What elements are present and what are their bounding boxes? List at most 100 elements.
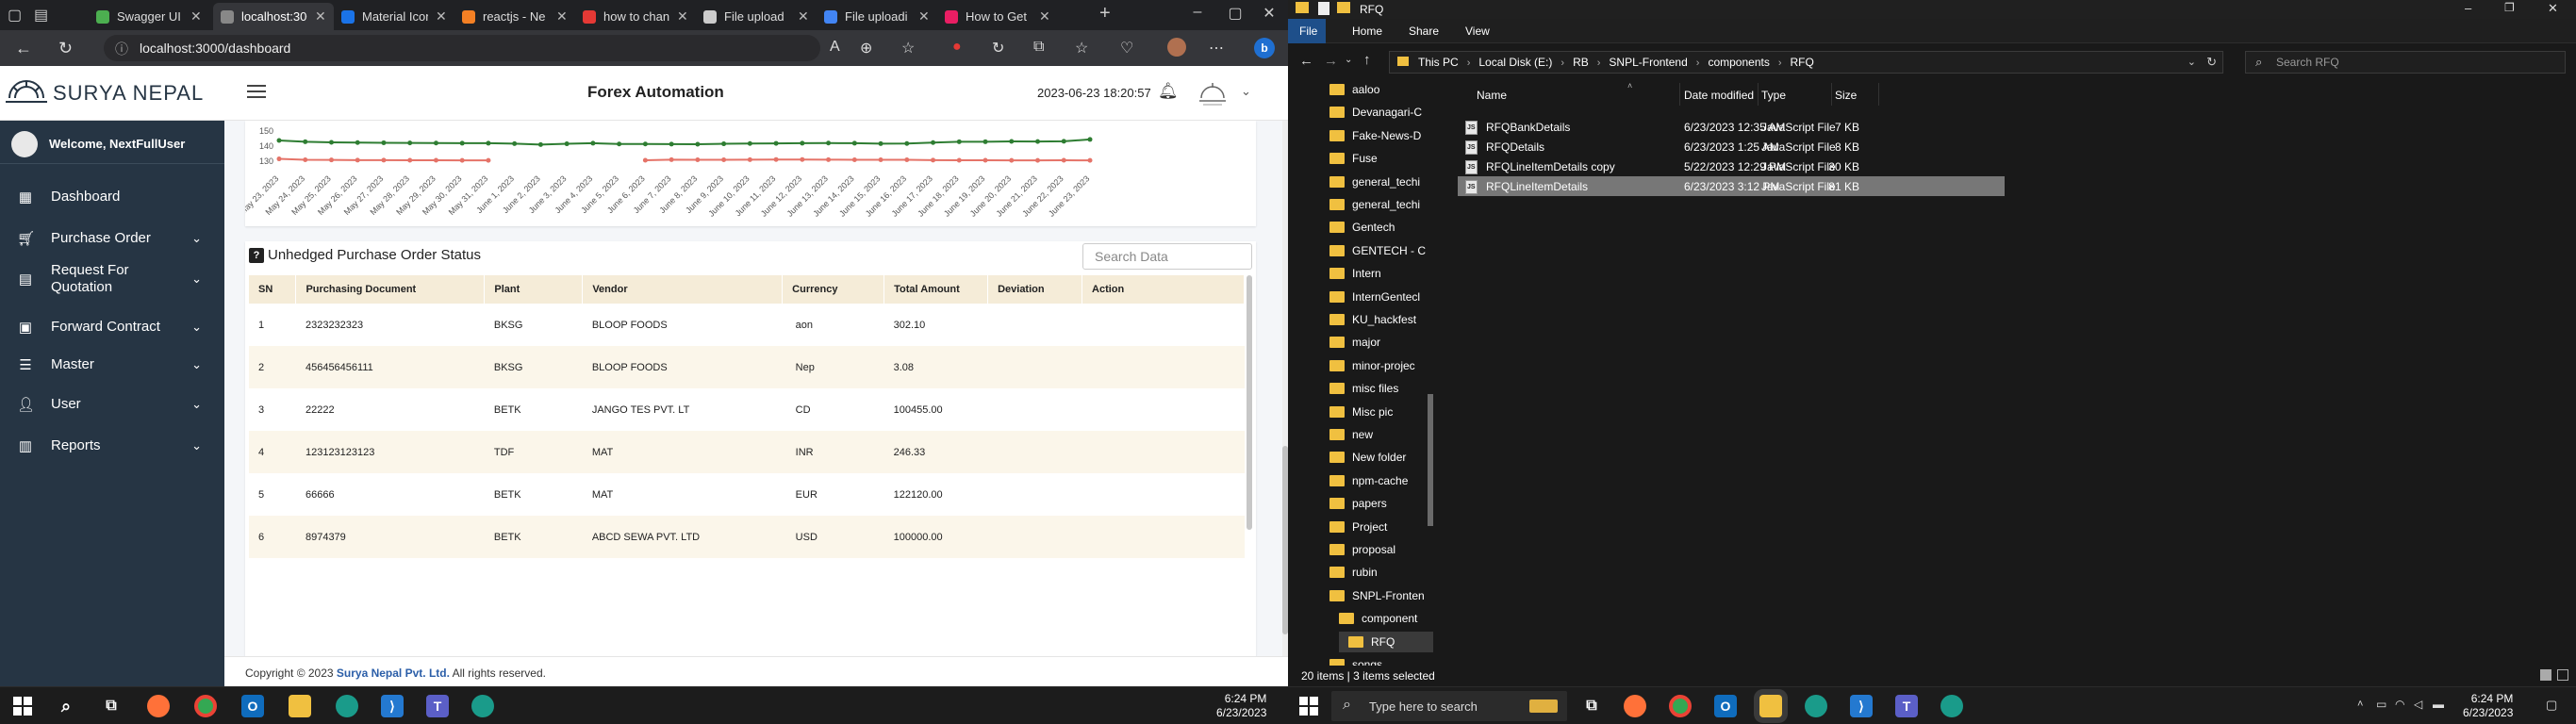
tab-close-icon[interactable]: ✕ [190,8,202,25]
profile-avatar[interactable] [1167,38,1186,57]
outlook-icon[interactable]: O [241,695,264,717]
back-icon[interactable]: ← [1299,53,1313,69]
tab-close-icon[interactable]: ✕ [798,8,809,25]
tree-folder-item[interactable]: component [1339,608,1417,629]
sidebar-item-user[interactable]: 👤︎ User ⌄ [0,385,224,424]
breadcrumb-item[interactable]: This PC [1418,56,1459,69]
battery-icon[interactable]: ▬ [2433,698,2444,711]
tree-folder-item[interactable]: new [1329,424,1373,445]
task-view-icon[interactable]: ⧉ [100,695,123,717]
table-row[interactable]: 6 8974379 BETK ABCD SEWA PVT. LTD USD 100000.… [249,516,1245,558]
clock-left[interactable]: 6:24 PM 6/23/2023 [1216,692,1266,720]
tray-chevron-icon[interactable]: ˄ [2357,699,2363,710]
file-row[interactable]: RFQDetails6/23/2023 1:25 AMJavaScript Fi… [1458,137,2005,156]
tree-folder-item[interactable]: KU_hackfest [1329,309,1416,330]
breadcrumb[interactable]: This PC › Local Disk (E:) › RB › SNPL-Frontend… [1389,51,2223,74]
collections-icon[interactable]: ♡ [1120,39,1133,58]
browser-tab[interactable]: File upload ✕ [696,3,817,30]
refresh-icon[interactable]: ↻ [2206,55,2217,70]
breadcrumb-item[interactable]: components [1708,56,1769,69]
search-rfq-input[interactable]: ⌕ Search RFQ [2245,51,2566,74]
browser-tab[interactable]: reactjs - Ne ✕ [454,3,575,30]
nav-scroll-thumb[interactable] [1428,394,1433,526]
wifi-icon[interactable]: ◠ [2395,698,2404,711]
browser-tab[interactable]: File uploadi ✕ [817,3,937,30]
firefox-icon[interactable] [147,695,170,717]
taskbar-search-box[interactable]: ⌕ Type here to search [1331,691,1567,721]
ribbon-tab-share[interactable]: Share [1409,25,1439,38]
tab-close-icon[interactable]: ✕ [315,8,326,25]
breadcrumb-separator-icon[interactable]: › [1597,58,1601,69]
tree-folder-item[interactable]: songs [1329,654,1382,666]
tree-folder-item[interactable]: InternGentecl [1329,287,1420,307]
address-dropdown-icon[interactable]: ⌄ [2188,56,2196,68]
col-name[interactable]: Name [1477,83,1507,106]
tab-close-icon[interactable]: ✕ [1039,8,1050,25]
firefox-icon[interactable] [1624,695,1646,717]
clock-right[interactable]: 6:24 PM 6/23/2023 [2463,692,2513,720]
tree-folder-item[interactable]: Gentech [1329,217,1395,238]
sidebar-item-master[interactable]: ☰ Master ⌄ [0,345,224,385]
ribbon-tab-home[interactable]: Home [1352,25,1382,38]
edge-icon[interactable] [1805,695,1827,717]
tree-folder-item[interactable]: SNPL-Fronten [1329,585,1425,606]
col-type[interactable]: Type [1761,83,1786,106]
new-folder-icon[interactable] [1337,2,1350,13]
bing-icon[interactable]: b [1254,38,1275,58]
tab-close-icon[interactable]: ✕ [677,8,688,25]
up-icon[interactable]: ↑ [1363,52,1371,68]
tree-folder-item[interactable]: Devanagari-C [1329,102,1422,123]
tree-folder-item[interactable]: Fake-News-D [1329,125,1421,146]
tree-folder-item[interactable]: rubin [1329,562,1378,583]
sidebar-item-dashboard[interactable]: ▦ Dashboard [0,177,224,217]
tree-folder-item[interactable]: proposal [1329,539,1395,560]
chrome-icon[interactable] [194,695,217,717]
browser-tab[interactable]: localhost:3000 ✕ [213,3,334,30]
edge-dev-icon[interactable] [1940,695,1963,717]
browser-tab[interactable]: Swagger UI ✕ [89,3,209,30]
vscode-icon[interactable]: ⟩ [381,695,404,717]
tree-folder-item[interactable]: aaloo [1329,83,1379,100]
more-options-icon[interactable]: ⋯ [1209,39,1224,58]
minimize-button[interactable]: – [1179,4,1216,21]
table-scrollbar[interactable] [1247,275,1252,530]
search-icon[interactable]: ⌕ [55,695,77,717]
file-explorer-icon[interactable] [1759,695,1782,717]
vertical-tabs-icon[interactable]: ▤ [34,6,48,25]
tree-folder-item[interactable]: Fuse [1329,148,1378,169]
footer-company[interactable]: Surya Nepal Pvt. Ltd. [337,666,450,680]
outlook-icon[interactable]: O [1714,695,1737,717]
tree-folder-item[interactable]: general_techi [1329,194,1420,215]
browser-tab[interactable]: how to chan ✕ [575,3,696,30]
recent-locations-icon[interactable]: ⌄ [1345,55,1352,65]
minimize-button[interactable]: – [2465,1,2471,15]
favorites-icon[interactable]: ☆ [1075,39,1088,58]
notification-bell-icon[interactable]: 🔔︎ [1158,82,1179,101]
tree-folder-item[interactable]: Intern [1329,263,1381,284]
url-field[interactable]: ⓘ localhost:3000/dashboard [104,35,820,61]
menu-toggle-icon[interactable] [247,85,266,98]
column-header[interactable]: Vendor [582,275,784,304]
column-header[interactable]: Total Amount [883,275,989,304]
browser-tab[interactable]: Material Icons ✕ [334,3,454,30]
breadcrumb-separator-icon[interactable]: › [1560,58,1564,69]
sidebar-item-forward-contract[interactable]: ▣ Forward Contract ⌄ [0,307,224,347]
user-menu-chevron-icon[interactable]: ⌄ [1241,84,1251,99]
tree-folder-item[interactable]: Misc pic [1329,402,1393,422]
breadcrumb-item[interactable]: RB [1573,56,1589,69]
tree-folder-item[interactable]: Project [1329,517,1387,537]
properties-icon[interactable] [1318,2,1329,15]
maximize-button[interactable]: ▢ [1216,4,1254,23]
refresh-extension-icon[interactable]: ↻ [992,39,1004,58]
tree-folder-item[interactable]: general_techi [1329,172,1420,192]
table-row[interactable]: 3 22222 BETK JANGO TES PVT. LT CD 100455.00 [249,388,1245,431]
close-window-button[interactable]: ✕ [1250,4,1288,23]
col-date-modified[interactable]: Date modified [1684,83,1754,106]
tree-folder-item[interactable]: papers [1329,493,1387,514]
chrome-icon[interactable] [1669,695,1692,717]
sidebar-item-request-for-quotation[interactable]: ▤ Request For Quotation ⌄ [0,253,224,305]
ribbon-tab-file[interactable]: File [1288,19,1326,43]
tab-close-icon[interactable]: ✕ [556,8,568,25]
refresh-icon[interactable]: ↻ [58,39,73,58]
breadcrumb-separator-icon[interactable]: › [1778,58,1782,69]
